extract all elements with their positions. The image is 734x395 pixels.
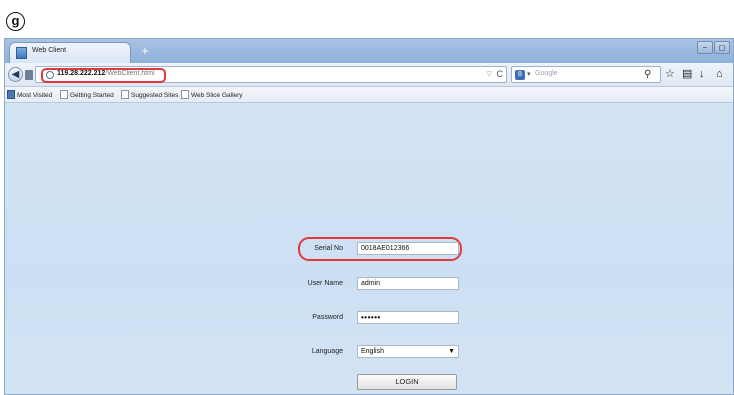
bookmark-most-visited[interactable]: Most Visited xyxy=(7,90,52,99)
password-label: Password xyxy=(312,314,343,321)
download-icon[interactable]: ↓ xyxy=(699,68,705,80)
search-engine-dropdown-icon[interactable]: ▾ xyxy=(527,70,531,78)
tab-title: Web Client xyxy=(32,47,67,54)
restore-button[interactable]: ◻ xyxy=(714,41,730,54)
bookmark-web-slice-gallery[interactable]: Web Slice Gallery xyxy=(181,90,243,99)
login-page: Serial No 0018AE012366 User Name admin P… xyxy=(5,104,733,394)
search-icon[interactable]: ⚲ xyxy=(644,69,651,80)
search-input[interactable]: Google xyxy=(535,70,558,77)
serial-field[interactable]: 0018AE012366 xyxy=(357,242,459,255)
username-field[interactable]: admin xyxy=(357,277,459,290)
navigation-bar: ◀ 119.28.222.212/WebClient.html ▽ C 8 ▾ … xyxy=(5,63,733,87)
home-icon[interactable]: ⌂ xyxy=(716,68,723,80)
url-text: 119.28.222.212/WebClient.html xyxy=(57,70,155,77)
page-favicon-icon xyxy=(16,47,27,59)
clipboard-icon[interactable]: ▤ xyxy=(682,68,692,80)
page-info-icon[interactable] xyxy=(25,70,33,80)
bookmarks-bar: Most Visited Getting Started Suggested S… xyxy=(5,87,733,103)
language-value: English xyxy=(361,348,384,355)
minimize-button[interactable]: − xyxy=(697,41,713,54)
bookmark-page-icon xyxy=(181,90,189,99)
bookmark-suggested-sites[interactable]: Suggested Sites xyxy=(121,90,178,99)
google-icon[interactable]: 8 xyxy=(515,70,525,80)
language-label: Language xyxy=(311,348,343,355)
browser-window: Web Client + − ◻ ◀ 119.28.222.212/WebCli… xyxy=(4,38,734,395)
bookmark-folder-icon xyxy=(7,90,15,99)
back-arrow-icon[interactable]: ◀ xyxy=(8,67,23,82)
url-bar[interactable]: 119.28.222.212/WebClient.html ▽ C xyxy=(35,66,507,83)
url-history-dropdown-icon[interactable]: ▽ xyxy=(487,70,492,78)
login-button[interactable]: LOGIN xyxy=(357,374,457,390)
language-select[interactable]: English ▼ xyxy=(357,345,459,358)
new-tab-button[interactable]: + xyxy=(136,42,154,60)
bookmark-page-icon xyxy=(121,90,129,99)
globe-icon xyxy=(46,71,54,79)
window-controls: − ◻ xyxy=(697,41,731,55)
star-icon[interactable]: ☆ xyxy=(665,68,675,80)
figure-label: g xyxy=(6,12,25,31)
bookmark-page-icon xyxy=(60,90,68,99)
tab-strip: Web Client + − ◻ xyxy=(5,39,733,63)
reload-icon[interactable]: C xyxy=(497,69,504,79)
bookmark-getting-started[interactable]: Getting Started xyxy=(60,90,114,99)
serial-label: Serial No xyxy=(314,245,343,252)
password-field[interactable]: •••••• xyxy=(357,311,459,324)
tab-web-client[interactable]: Web Client xyxy=(9,42,131,63)
search-bar[interactable]: 8 ▾ Google xyxy=(511,66,661,83)
username-label: User Name xyxy=(307,280,343,287)
dropdown-arrow-icon: ▼ xyxy=(448,348,455,355)
